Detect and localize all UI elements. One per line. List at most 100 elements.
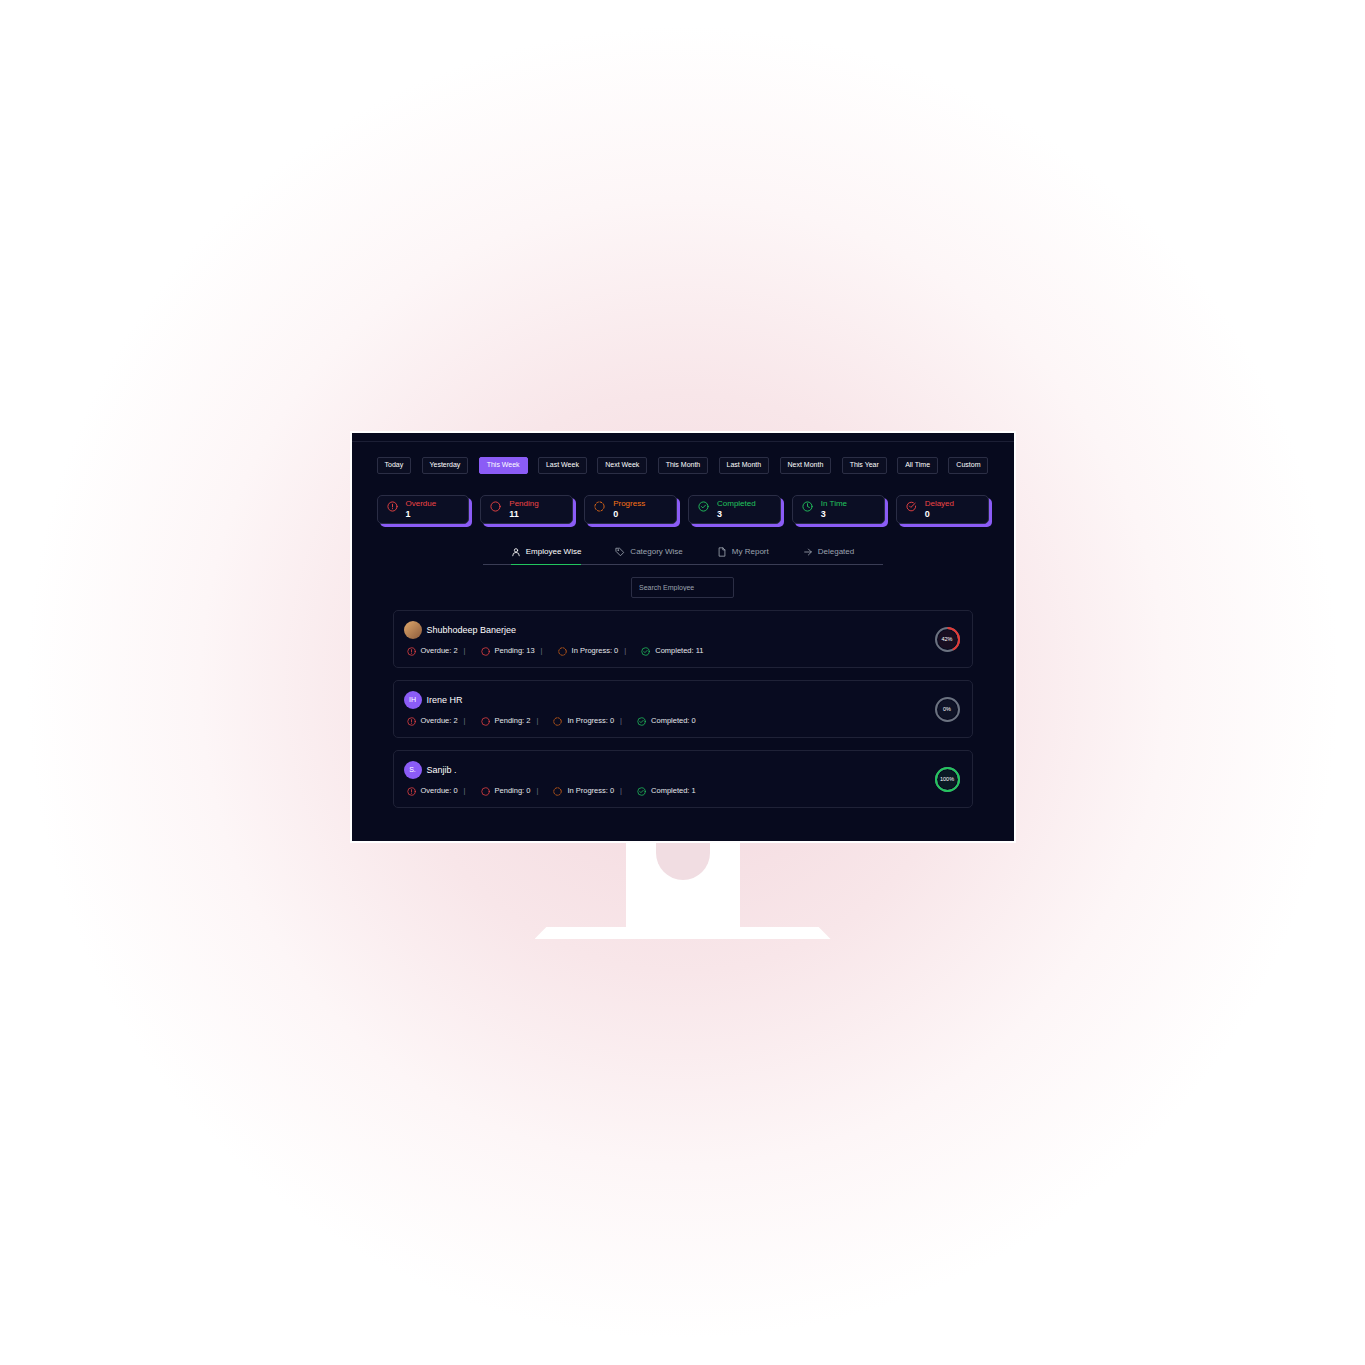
progress-tint xyxy=(938,630,957,649)
employee-stat: In Progress: 0 xyxy=(544,715,614,726)
date-filter-button[interactable]: Yesterday xyxy=(422,457,469,474)
monitor-neck xyxy=(626,843,740,927)
loader-circle-icon xyxy=(553,787,562,796)
employee-stat: Overdue: 2 xyxy=(407,645,458,656)
document-icon xyxy=(717,547,727,557)
stat-value: 0 xyxy=(613,509,645,520)
employee-stat-text: In Progress: 0 xyxy=(567,715,614,726)
stat-card[interactable]: Progress0 xyxy=(584,495,677,524)
stat-label: In Time xyxy=(821,499,847,509)
view-tabs: Employee Wise Category Wise My Report Deleg… xyxy=(483,546,883,565)
date-filter-button[interactable]: This Year xyxy=(842,457,887,474)
date-filter-button[interactable]: Today xyxy=(377,457,412,474)
stat-label: Progress xyxy=(613,499,645,509)
loader-circle-icon xyxy=(558,647,567,656)
check-circle-icon xyxy=(906,501,917,512)
date-filter-button[interactable]: Last Week xyxy=(538,457,587,474)
neck-cutout xyxy=(656,843,710,880)
circle-icon xyxy=(481,717,490,726)
stat-value: 3 xyxy=(821,509,847,520)
circle-icon xyxy=(481,647,490,656)
date-filter-button[interactable]: This Week xyxy=(479,457,528,474)
employee-avatar: S. xyxy=(404,761,422,779)
stat-text: Completed3 xyxy=(717,499,756,519)
date-filter-bar: Today Yesterday This Week Last Week Next Wee… xyxy=(352,457,1014,474)
progress-ring: 42% xyxy=(934,626,961,653)
employee-stat-text: Overdue: 2 xyxy=(421,715,458,726)
stat-value: 1 xyxy=(406,509,437,520)
employee-stat-text: Pending: 0 xyxy=(495,785,531,796)
employee-stat-text: Completed: 11 xyxy=(655,645,703,656)
search-employee-field[interactable] xyxy=(631,577,734,598)
stat-card[interactable]: In Time3 xyxy=(792,495,885,524)
employee-name: Irene HR xyxy=(427,694,463,708)
employee-card[interactable]: IHIrene HROverdue: 2|Pending: 2|In Progr… xyxy=(393,680,973,738)
stat-value: 3 xyxy=(717,509,756,520)
stat-card[interactable]: Pending11 xyxy=(480,495,573,524)
employee-card[interactable]: S.Sanjib .Overdue: 0|Pending: 0|In Progr… xyxy=(393,750,973,808)
stat-text: In Time3 xyxy=(821,499,847,519)
date-filter-button[interactable]: All Time xyxy=(897,457,938,474)
view-tab[interactable]: Category Wise xyxy=(615,546,682,565)
employee-stat: Pending: 0 xyxy=(472,785,531,796)
employee-name: Sanjib . xyxy=(427,764,457,778)
date-filter-button[interactable]: Custom xyxy=(948,457,988,474)
stat-card[interactable]: Overdue1 xyxy=(377,495,470,524)
employee-card[interactable]: Shubhodeep Banerjee Overdue: 2|Pending: 1… xyxy=(393,610,973,668)
employee-stat: Overdue: 2 xyxy=(407,715,458,726)
stat-card[interactable]: Completed3 xyxy=(688,495,781,524)
separator: | xyxy=(620,785,622,796)
employee-info: Shubhodeep Banerjee Overdue: 2|Pending: 1… xyxy=(404,621,704,656)
circle-icon xyxy=(481,787,490,796)
employee-stat: In Progress: 0 xyxy=(549,645,619,656)
stat-text: Delayed0 xyxy=(925,499,954,519)
date-filter-button[interactable]: Next Month xyxy=(780,457,832,474)
stat-value: 0 xyxy=(925,509,954,520)
circle-icon xyxy=(490,501,501,512)
stat-label: Overdue xyxy=(406,499,437,509)
loader-circle-icon xyxy=(553,717,562,726)
page-background: Today Yesterday This Week Last Week Next Wee… xyxy=(0,0,1365,1365)
progress-arc xyxy=(936,628,959,651)
employee-name-row: Shubhodeep Banerjee xyxy=(404,621,704,639)
alert-circle-icon xyxy=(407,717,416,726)
employee-stat-text: Overdue: 2 xyxy=(421,645,458,656)
arrow-right-icon xyxy=(803,547,813,557)
clock-icon xyxy=(802,501,813,512)
employee-stats: Overdue: 2|Pending: 13|In Progress: 0|Co… xyxy=(404,645,704,656)
view-tab[interactable]: Delegated xyxy=(803,546,854,565)
progress-ring: 100% xyxy=(934,766,961,793)
view-tab-label: My Report xyxy=(732,546,769,558)
alert-circle-icon xyxy=(407,787,416,796)
progress-label-wrap: 0% xyxy=(934,696,961,723)
employee-stat-text: Completed: 1 xyxy=(651,785,696,796)
alert-circle-icon xyxy=(387,501,398,512)
monitor: Today Yesterday This Week Last Week Next Wee… xyxy=(350,431,1016,843)
alert-circle-icon xyxy=(407,647,416,656)
employee-name-row: IH Irene HR xyxy=(404,691,696,709)
employee-stat-text: Pending: 2 xyxy=(495,715,531,726)
employee-info: S.Sanjib .Overdue: 0|Pending: 0|In Progr… xyxy=(404,761,696,796)
avatar-initials: IH xyxy=(409,695,416,706)
stat-card[interactable]: Delayed0 xyxy=(896,495,989,524)
employee-stat: Completed: 1 xyxy=(628,785,696,796)
date-filter-button[interactable]: This Month xyxy=(658,457,709,474)
employee-stat-text: Overdue: 0 xyxy=(421,785,458,796)
progress-label-wrap: 42% xyxy=(934,626,961,653)
view-tab[interactable]: My Report xyxy=(717,546,769,565)
stat-text: Progress0 xyxy=(613,499,645,519)
view-tab-label: Delegated xyxy=(818,546,854,558)
check-circle-icon xyxy=(698,501,709,512)
dashboard-screen: Today Yesterday This Week Last Week Next Wee… xyxy=(352,433,1014,841)
view-tab[interactable]: Employee Wise xyxy=(511,546,582,565)
date-filter-button[interactable]: Last Month xyxy=(719,457,770,474)
top-divider xyxy=(352,441,1014,442)
employee-stat: Completed: 0 xyxy=(628,715,696,726)
employee-stat-text: In Progress: 0 xyxy=(567,785,614,796)
stat-text: Pending11 xyxy=(509,499,538,519)
date-filter-button[interactable]: Next Week xyxy=(597,457,647,474)
loader-circle-icon xyxy=(594,501,605,512)
employee-stat: Pending: 2 xyxy=(472,715,531,726)
separator: | xyxy=(536,715,538,726)
progress-arc xyxy=(936,768,959,791)
